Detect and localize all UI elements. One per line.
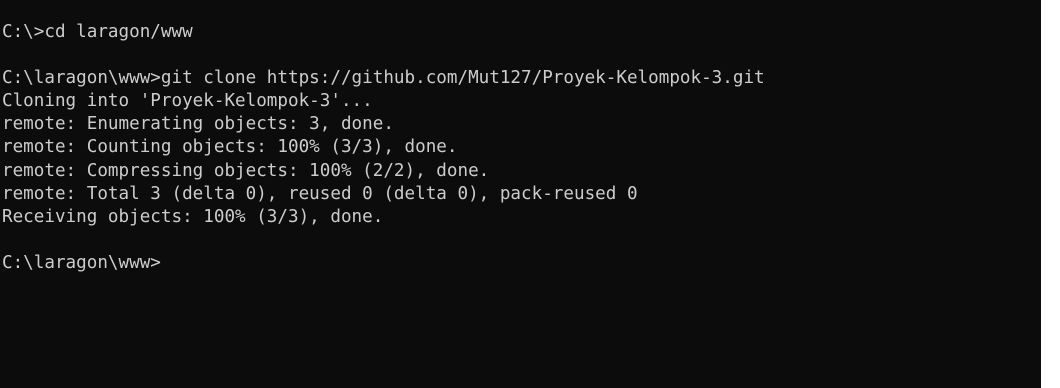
- prompt-text: C:\laragon\www>: [2, 252, 161, 273]
- command-prompt-input[interactable]: C:\laragon\www>: [2, 252, 765, 275]
- command-line-git-clone: C:\laragon\www>git clone https://github.…: [2, 68, 765, 89]
- terminal-output: C:\>cd laragon/www C:\laragon\www>git cl…: [2, 21, 765, 275]
- output-line-enumerating: remote: Enumerating objects: 3, done.: [2, 114, 394, 135]
- output-line-total: remote: Total 3 (delta 0), reused 0 (del…: [2, 183, 638, 204]
- output-line-counting: remote: Counting objects: 100% (3/3), do…: [2, 137, 458, 158]
- output-line-receiving: Receiving objects: 100% (3/3), done.: [2, 206, 384, 227]
- output-line-compressing: remote: Compressing objects: 100% (2/2),…: [2, 160, 490, 181]
- command-line-cd: C:\>cd laragon/www: [2, 22, 193, 42]
- output-line-cloning: Cloning into 'Proyek-Kelompok-3'...: [2, 91, 373, 112]
- terminal-window[interactable]: C:\>cd laragon/www C:\laragon\www>git cl…: [0, 0, 1041, 388]
